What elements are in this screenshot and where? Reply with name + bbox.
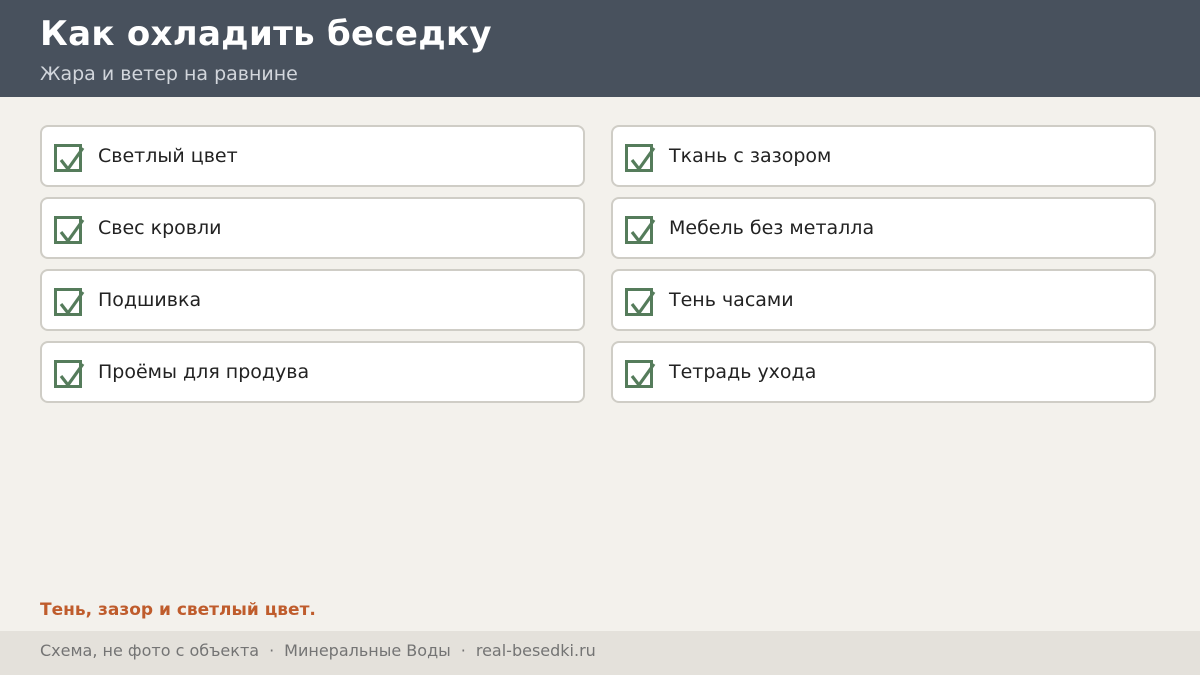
checklist-item-label: Подшивка <box>98 289 202 311</box>
checkbox-checked-icon[interactable] <box>625 216 656 244</box>
checklist-item[interactable]: Проёмы для продува <box>40 341 585 403</box>
checkbox-checked-icon[interactable] <box>54 288 85 316</box>
header-banner: Как охладить беседку Жара и ветер на рав… <box>0 0 1200 97</box>
checklist-item[interactable]: Тетрадь ухода <box>611 341 1156 403</box>
checklist-item[interactable]: Подшивка <box>40 269 585 331</box>
page-title: Как охладить беседку <box>40 14 492 54</box>
page-subtitle: Жара и ветер на равнине <box>40 63 298 85</box>
checklist-item[interactable]: Свес кровли <box>40 197 585 259</box>
checklist-item[interactable]: Ткань с зазором <box>611 125 1156 187</box>
checkbox-checked-icon[interactable] <box>625 288 656 316</box>
checklist-item[interactable]: Светлый цвет <box>40 125 585 187</box>
footer-bar: Схема, не фото с объекта · Минеральные Вод… <box>0 631 1200 675</box>
checkbox-checked-icon[interactable] <box>54 144 85 172</box>
checklist-item-label: Тень часами <box>669 289 794 311</box>
summary-tagline: Тень, зазор и светлый цвет. <box>40 600 316 620</box>
footer-text: Схема, не фото с объекта · Минеральные Вод… <box>40 641 596 660</box>
footer-separator: · <box>269 641 275 660</box>
footer-site-link[interactable]: real-besedki.ru <box>476 641 596 660</box>
checklist-item-label: Светлый цвет <box>98 145 238 167</box>
checklist-item-label: Мебель без металла <box>669 217 875 239</box>
checkbox-checked-icon[interactable] <box>54 216 85 244</box>
checklist-item-label: Проёмы для продува <box>98 361 310 383</box>
checklist-item-label: Ткань с зазором <box>669 145 832 167</box>
checklist-item-label: Свес кровли <box>98 217 222 239</box>
footer-city: Минеральные Воды <box>284 641 451 660</box>
checkbox-checked-icon[interactable] <box>625 360 656 388</box>
checklist-item-label: Тетрадь ухода <box>669 361 817 383</box>
footer-note: Схема, не фото с объекта <box>40 641 260 660</box>
checkbox-checked-icon[interactable] <box>625 144 656 172</box>
checklist-item[interactable]: Тень часами <box>611 269 1156 331</box>
checkbox-checked-icon[interactable] <box>54 360 85 388</box>
footer-separator: · <box>460 641 466 660</box>
checklist-item[interactable]: Мебель без металла <box>611 197 1156 259</box>
checklist-grid: Светлый цвет Ткань с зазором Свес кровли… <box>40 125 1156 403</box>
